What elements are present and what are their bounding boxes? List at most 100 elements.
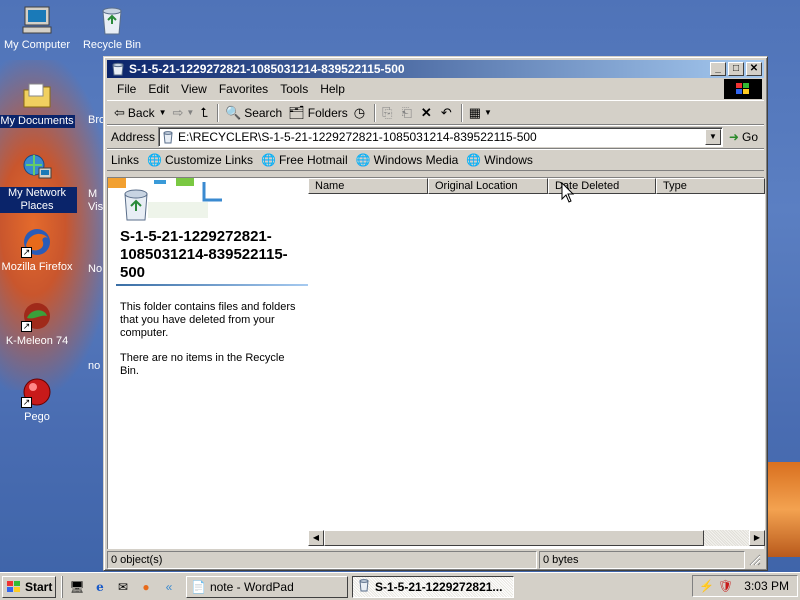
toolbar-separator (460, 103, 463, 122)
minimize-button[interactable]: _ (710, 62, 726, 76)
copy-to-button[interactable]: ⎗ (399, 103, 418, 123)
link-label: Customize Links (164, 153, 253, 167)
status-bar: 0 object(s) 0 bytes (107, 551, 764, 569)
scroll-thumb[interactable] (324, 530, 704, 546)
search-icon: 🔍 (225, 104, 242, 120)
link-windows-media[interactable]: 🌐 Windows Media (352, 153, 463, 167)
desktop-icon-pego[interactable]: ↗ Pego (0, 376, 77, 424)
menu-bar: File Edit View Favorites Tools Help (107, 78, 764, 100)
folder-description: This folder contains files and folders t… (120, 301, 296, 339)
desktop-icon-my-documents[interactable]: My Documents (0, 80, 77, 128)
firefox-quicklaunch-icon[interactable]: ● (136, 577, 156, 597)
menu-edit[interactable]: Edit (142, 80, 175, 98)
folders-button[interactable]: 🗂 Folders (285, 103, 351, 123)
internet-explorer-icon[interactable]: e (90, 577, 110, 597)
copy-to-icon: ⎗ (401, 104, 412, 120)
horizontal-scrollbar[interactable]: ◀ ▶ (308, 530, 765, 546)
address-value: E:\RECYCLER\S-1-5-21-1229272821-10850312… (178, 130, 537, 144)
recycle-bin-small-icon (357, 578, 371, 595)
desktop-icon-label: Mozilla Firefox (1, 261, 73, 273)
column-header-type[interactable]: Type (656, 178, 765, 194)
task-label: S-1-5-21-1229272821... (375, 579, 503, 594)
tray-security-icon[interactable]: 🛡 (718, 579, 733, 593)
menu-tools[interactable]: Tools (274, 80, 314, 98)
desktop-icon-label: My Computer (3, 39, 71, 51)
clock[interactable]: 3:03 PM (744, 579, 789, 593)
folders-label: Folders (307, 105, 348, 120)
link-label: Windows Media (373, 153, 459, 167)
status-size: 0 bytes (539, 551, 745, 569)
history-button[interactable]: ◷ (351, 103, 371, 123)
back-button[interactable]: ⇦ Back ▼ (111, 103, 170, 123)
menu-file[interactable]: File (111, 80, 142, 98)
undo-button[interactable]: ↶ (438, 103, 458, 123)
delete-button[interactable]: ✕ (418, 103, 438, 123)
move-to-button[interactable]: ⎘ (379, 103, 398, 123)
recycle-bin-large-icon (124, 189, 148, 221)
column-header-name[interactable]: Name (308, 178, 428, 194)
desktop-icon-k-meleon[interactable]: ↗ K-Meleon 74 (0, 300, 77, 348)
start-label: Start (25, 579, 53, 594)
go-button[interactable]: ➜ Go (723, 130, 764, 144)
desktop-icon-firefox[interactable]: ↗ Mozilla Firefox (0, 226, 77, 274)
address-bar: Address E:\RECYCLER\S-1-5-21-1229272821-… (107, 125, 764, 149)
undo-icon: ↶ (440, 104, 452, 120)
menu-view[interactable]: View (175, 80, 213, 98)
ie-page-icon: 🌐 (466, 153, 482, 167)
file-list-view[interactable]: Name Original Location Date Deleted Type (308, 178, 765, 530)
views-button[interactable]: ▦ ▼ (466, 103, 495, 123)
back-arrow-icon: ⇦ (114, 104, 125, 120)
address-label: Address (111, 130, 156, 144)
firefox-icon: ↗ (21, 226, 53, 258)
network-places-icon (21, 152, 53, 184)
back-dropdown-icon[interactable]: ▼ (159, 108, 167, 117)
toolbar-separator (374, 103, 377, 122)
links-bar: Links 🌐 Customize Links 🌐 Free Hotmail 🌐 Wi… (107, 149, 764, 171)
column-header-original-location[interactable]: Original Location (428, 178, 548, 194)
taskbar: Start 🖥 e ✉ ● « 📄 note - WordPad S-1-5-2… (0, 572, 800, 600)
ie-page-icon: 🌐 (261, 153, 276, 167)
resize-grip-icon[interactable] (747, 551, 761, 567)
tray-network-icon[interactable]: ⚡ (699, 579, 714, 593)
search-label: Search (244, 105, 283, 120)
desktop-icon-network-places[interactable]: My Network Places (0, 152, 77, 213)
desktop-icon-label: My Network Places (0, 187, 77, 213)
task-button-recycler[interactable]: S-1-5-21-1229272821... (352, 575, 514, 598)
outlook-express-icon[interactable]: ✉ (113, 577, 133, 597)
scroll-right-button[interactable]: ▶ (749, 530, 765, 546)
recycle-bin-small-icon (112, 62, 124, 76)
window-title: S-1-5-21-1229272821-1085031214-839522115… (129, 62, 405, 76)
address-input[interactable]: E:\RECYCLER\S-1-5-21-1229272821-10850312… (158, 127, 723, 147)
maximize-button[interactable]: □ (728, 62, 744, 76)
quick-launch: 🖥 e ✉ ● « (62, 575, 182, 598)
address-dropdown-button[interactable]: ▼ (704, 129, 721, 145)
go-arrow-icon: ➜ (728, 130, 739, 144)
link-windows[interactable]: 🌐 Windows (462, 153, 537, 167)
scroll-track[interactable] (704, 530, 749, 546)
explorer-window: S-1-5-21-1229272821-1085031214-839522115… (103, 56, 768, 571)
back-label: Back (127, 105, 155, 120)
close-button[interactable]: ✕ (746, 62, 762, 76)
forward-dropdown-icon: ▼ (186, 108, 195, 117)
scroll-left-button[interactable]: ◀ (308, 530, 324, 546)
views-dropdown-icon: ▼ (484, 108, 492, 117)
link-customize-links[interactable]: 🌐 Customize Links (143, 153, 257, 167)
wallpaper-orange-strip (766, 462, 800, 557)
shortcut-arrow-icon: ↗ (21, 247, 32, 258)
system-tray: ⚡ 🛡 3:03 PM (692, 575, 798, 597)
start-button[interactable]: Start (2, 575, 56, 598)
desktop-icon-my-computer[interactable]: My Computer (0, 4, 77, 52)
search-button[interactable]: 🔍 Search (222, 103, 285, 123)
menu-help[interactable]: Help (314, 80, 351, 98)
window-titlebar[interactable]: S-1-5-21-1229272821-1085031214-839522115… (107, 60, 764, 78)
forward-button[interactable]: ⇨ ▼ (170, 103, 198, 123)
show-desktop-icon[interactable]: 🖥 (67, 577, 87, 597)
link-free-hotmail[interactable]: 🌐 Free Hotmail (257, 153, 352, 167)
quicklaunch-extra-icon[interactable]: « (159, 577, 179, 597)
menu-favorites[interactable]: Favorites (213, 80, 274, 98)
task-button-wordpad[interactable]: 📄 note - WordPad (186, 575, 348, 598)
desktop-icon-recycle-bin[interactable]: Recycle Bin (72, 4, 152, 52)
pego-icon: ↗ (21, 376, 53, 408)
up-folder-button[interactable]: ⮤ (197, 103, 214, 123)
forward-arrow-icon: ⇨ (172, 104, 184, 120)
